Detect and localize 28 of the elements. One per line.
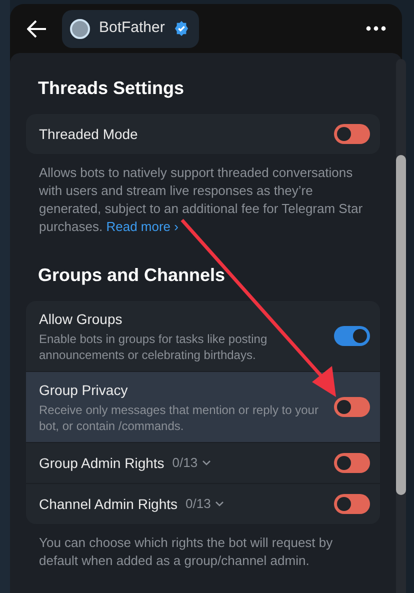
- setting-label: Group Admin Rights: [39, 454, 164, 473]
- rights-count[interactable]: 0/13: [172, 453, 198, 473]
- profile-chip[interactable]: BotFather: [62, 10, 199, 48]
- rights-count[interactable]: 0/13: [186, 494, 211, 514]
- chevron-down-icon[interactable]: [202, 460, 211, 466]
- toggle-switch[interactable]: [334, 124, 370, 144]
- chevron-down-icon[interactable]: [214, 501, 224, 507]
- scrollbar-thumb[interactable]: [396, 155, 406, 495]
- setting-description: Receive only messages that mention or reply to your bot, or contain /commands.: [39, 402, 320, 434]
- more-icon: [366, 26, 386, 31]
- section-title: Threads Settings: [37, 77, 186, 100]
- toggle-switch[interactable]: [334, 397, 370, 417]
- settings-row[interactable]: Group Privacy Receive only messages that mention or reply to your bot, or contain /commands.: [26, 371, 380, 442]
- setting-label: Channel Admin Rights: [39, 495, 178, 514]
- toggle-switch[interactable]: [334, 326, 370, 346]
- section-footer-text: Allows bots to natively support threaded conversations with users and stream live responses as they’re generated, subject to an additional fee for Telegram Star purchases. Read more ›: [38, 164, 364, 236]
- setting-label: Group Privacy: [39, 381, 128, 400]
- chat-title: BotFather: [99, 18, 165, 38]
- back-arrow-icon: [27, 20, 47, 38]
- toggle-switch[interactable]: [334, 453, 370, 473]
- section-title: Groups and Channels: [37, 264, 226, 287]
- read-more-link[interactable]: Read more ›: [106, 219, 178, 234]
- section-footer-text: You can choose which rights the bot will request by default when added as a group/channel admin.: [38, 534, 334, 570]
- setting-label: Allow Groups: [39, 310, 122, 329]
- setting-description: Enable bots in groups for tasks like posting announcements or celebrating birthdays.: [39, 331, 268, 363]
- setting-label: Threaded Mode: [39, 125, 138, 144]
- avatar: [70, 18, 90, 38]
- toggle-switch[interactable]: [334, 494, 370, 514]
